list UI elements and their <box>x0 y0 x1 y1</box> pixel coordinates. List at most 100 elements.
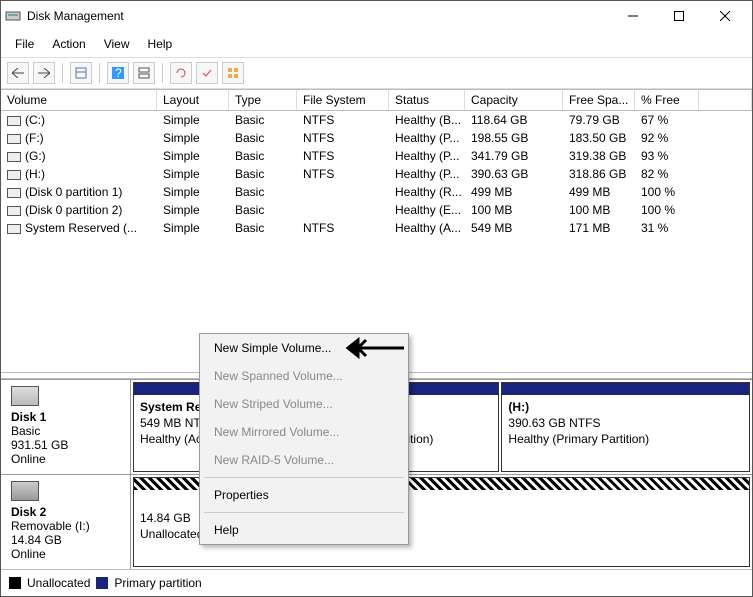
volume-icon <box>7 170 21 180</box>
minimize-button[interactable] <box>610 1 656 31</box>
table-row[interactable]: System Reserved (...SimpleBasicNTFSHealt… <box>1 219 752 237</box>
cell-layout: Simple <box>157 130 229 146</box>
col-filesystem[interactable]: File System <box>297 90 389 110</box>
cell-capacity: 341.79 GB <box>465 148 563 164</box>
table-row[interactable]: (Disk 0 partition 1)SimpleBasicHealthy (… <box>1 183 752 201</box>
cell-fs: NTFS <box>297 112 389 128</box>
cell-free: 318.86 GB <box>563 166 635 182</box>
cell-pct: 67 % <box>635 112 699 128</box>
partition-line2: 390.63 GB NTFS <box>508 415 743 431</box>
partition-bar <box>502 383 749 395</box>
disk-type: Basic <box>11 424 122 438</box>
svg-text:?: ? <box>115 67 122 79</box>
col-volume[interactable]: Volume <box>1 90 157 110</box>
table-row[interactable]: (H:)SimpleBasicNTFSHealthy (P...390.63 G… <box>1 165 752 183</box>
cell-type: Basic <box>229 220 297 236</box>
col-pctfree[interactable]: % Free <box>635 90 699 110</box>
volume-icon <box>7 224 21 234</box>
cell-type: Basic <box>229 166 297 182</box>
view-button[interactable] <box>70 62 92 84</box>
legend-label-unallocated: Unallocated <box>27 576 90 590</box>
cell-status: Healthy (E... <box>389 202 465 218</box>
cell-capacity: 390.63 GB <box>465 166 563 182</box>
cell-pct: 31 % <box>635 220 699 236</box>
col-spacer <box>699 90 752 110</box>
disk-status: Online <box>11 452 122 466</box>
table-row[interactable]: (Disk 0 partition 2) SimpleBasic Healthy (… <box>1 201 752 219</box>
cell-free: 183.50 GB <box>563 130 635 146</box>
table-row[interactable]: (C:)SimpleBasicNTFSHealthy (B...118.64 G… <box>1 111 752 129</box>
cell-status: Healthy (P... <box>389 148 465 164</box>
volume-icon <box>7 116 21 126</box>
disk-mgmt-window: Disk Management File Action View Help ? … <box>0 0 753 597</box>
legend-label-primary: Primary partition <box>114 576 201 590</box>
cell-fs: NTFS <box>297 166 389 182</box>
context-item: New RAID-5 Volume... <box>200 446 408 474</box>
table-row[interactable]: (G:)SimpleBasicNTFSHealthy (P...341.79 G… <box>1 147 752 165</box>
cell-fs <box>297 202 389 218</box>
volume-icon <box>7 206 21 216</box>
toolbar: ? <box>1 58 752 89</box>
cell-layout: Simple <box>157 202 229 218</box>
menu-file[interactable]: File <box>7 33 42 55</box>
volume-name: (Disk 0 partition 2) <box>25 203 122 217</box>
partition-line3: Healthy (Primary Partition) <box>508 431 743 447</box>
cell-status: Healthy (P... <box>389 130 465 146</box>
col-type[interactable]: Type <box>229 90 297 110</box>
volume-table-body: (C:)SimpleBasicNTFSHealthy (B...118.64 G… <box>1 111 752 237</box>
cell-type: Basic <box>229 148 297 164</box>
volume-name: System Reserved (... <box>25 221 137 235</box>
app-icon <box>5 8 21 24</box>
disk-info[interactable]: Disk 2Removable (I:)14.84 GBOnline <box>1 475 131 569</box>
menu-action[interactable]: Action <box>44 33 93 55</box>
titlebar: Disk Management <box>1 1 752 31</box>
cell-status: Healthy (B... <box>389 112 465 128</box>
cell-free: 100 MB <box>563 202 635 218</box>
context-menu: New Simple Volume...New Spanned Volume..… <box>199 333 409 545</box>
context-item[interactable]: Properties <box>200 481 408 509</box>
disk-label: Disk 2 <box>11 505 122 519</box>
refresh-button[interactable] <box>170 62 192 84</box>
col-freespace[interactable]: Free Spa... <box>563 90 635 110</box>
volume-icon <box>7 134 21 144</box>
volume-icon <box>7 152 21 162</box>
volume-name: (F:) <box>25 131 44 145</box>
cell-status: Healthy (A... <box>389 220 465 236</box>
cell-layout: Simple <box>157 220 229 236</box>
cell-layout: Simple <box>157 184 229 200</box>
col-capacity[interactable]: Capacity <box>465 90 563 110</box>
context-item[interactable]: Help <box>200 516 408 544</box>
cell-free: 171 MB <box>563 220 635 236</box>
cell-type: Basic <box>229 130 297 146</box>
cell-pct: 82 % <box>635 166 699 182</box>
disk-info[interactable]: Disk 1Basic931.51 GBOnline <box>1 380 131 474</box>
context-item[interactable]: New Simple Volume... <box>200 334 408 362</box>
cell-pct: 92 % <box>635 130 699 146</box>
cell-type: Basic <box>229 184 297 200</box>
forward-button[interactable] <box>33 62 55 84</box>
partition[interactable]: (H:)390.63 GB NTFSHealthy (Primary Parti… <box>501 382 750 472</box>
help-icon[interactable]: ? <box>107 62 129 84</box>
menu-view[interactable]: View <box>96 33 138 55</box>
disk-size: 931.51 GB <box>11 438 122 452</box>
context-item: New Mirrored Volume... <box>200 418 408 446</box>
close-button[interactable] <box>702 1 748 31</box>
cell-capacity: 198.55 GB <box>465 130 563 146</box>
cell-capacity: 499 MB <box>465 184 563 200</box>
maximize-button[interactable] <box>656 1 702 31</box>
layout-button[interactable] <box>133 62 155 84</box>
legend: Unallocated Primary partition <box>1 569 752 596</box>
cell-status: Healthy (R... <box>389 184 465 200</box>
cell-type: Basic <box>229 202 297 218</box>
disk-icon <box>11 481 39 501</box>
table-row[interactable]: (F:) SimpleBasicNTFSHealthy (P...198.55 G… <box>1 129 752 147</box>
back-button[interactable] <box>7 62 29 84</box>
grid-button[interactable] <box>222 62 244 84</box>
check-button[interactable] <box>196 62 218 84</box>
window-buttons <box>610 1 748 31</box>
col-status[interactable]: Status <box>389 90 465 110</box>
col-layout[interactable]: Layout <box>157 90 229 110</box>
disk-status: Online <box>11 547 122 561</box>
menu-help[interactable]: Help <box>140 33 181 55</box>
cell-fs: NTFS <box>297 130 389 146</box>
